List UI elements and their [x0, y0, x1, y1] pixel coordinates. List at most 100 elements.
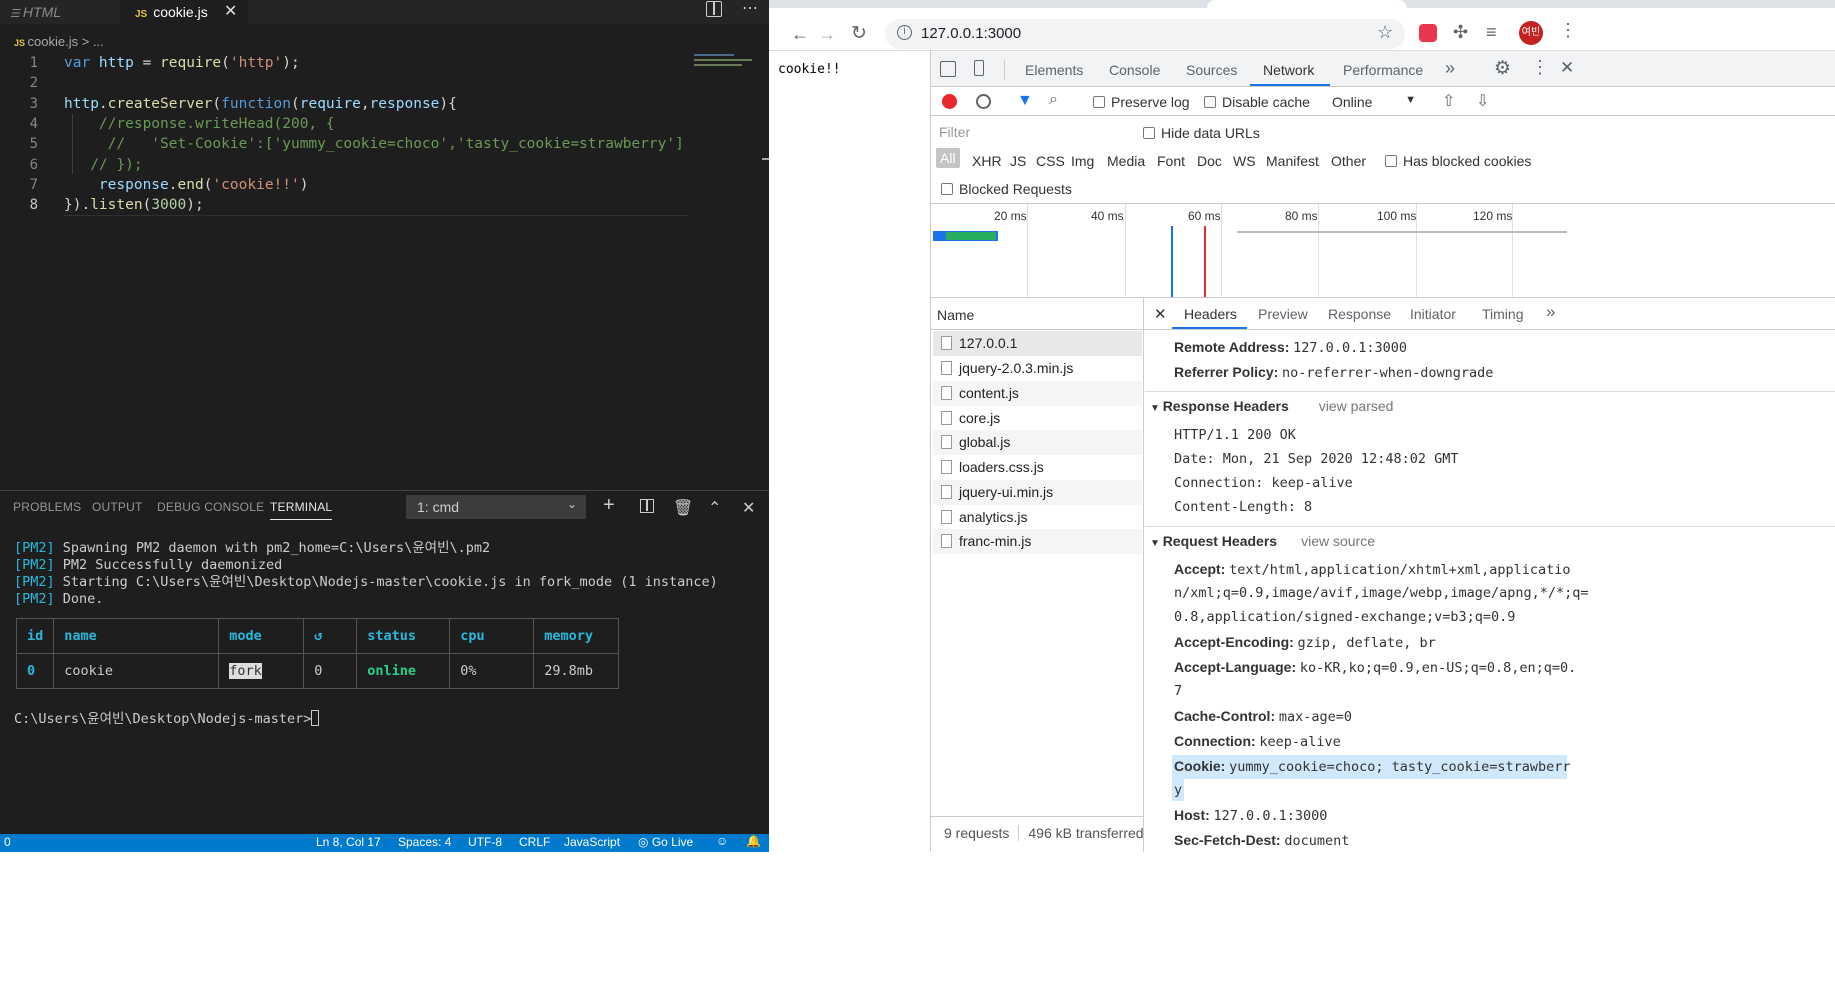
- trash-icon[interactable]: 🗑: [673, 498, 693, 518]
- code-line[interactable]: //response.writeHead(200, {: [64, 114, 335, 134]
- tab-preview[interactable]: Preview: [1258, 306, 1308, 322]
- filter-font[interactable]: Font: [1157, 153, 1185, 169]
- tab-console[interactable]: Console: [1109, 62, 1160, 78]
- inspect-element-icon[interactable]: [940, 61, 956, 77]
- tab-timing[interactable]: Timing: [1482, 306, 1524, 322]
- breadcrumb[interactable]: JS cookie.js > ...: [14, 34, 104, 49]
- tab-problems[interactable]: PROBLEMS: [13, 500, 81, 514]
- request-row[interactable]: 127.0.0.1: [933, 331, 1142, 356]
- terminal-prompt[interactable]: C:\Users\윤여빈\Desktop\Nodejs-master>: [14, 710, 320, 728]
- view-source-link[interactable]: view source: [1301, 533, 1375, 549]
- disable-cache-checkbox[interactable]: Disable cache: [1204, 94, 1310, 110]
- close-panel-icon[interactable]: ✕: [742, 498, 755, 518]
- language-mode[interactable]: JavaScript: [564, 835, 620, 849]
- feedback-icon[interactable]: ☺: [716, 834, 728, 848]
- split-terminal-icon[interactable]: [640, 499, 654, 513]
- more-tabs-icon[interactable]: »: [1546, 302, 1555, 322]
- preserve-log-checkbox[interactable]: Preserve log: [1093, 94, 1190, 110]
- code-line[interactable]: http.createServer(function(require,respo…: [64, 94, 457, 114]
- more-options-icon[interactable]: ⋮: [1531, 57, 1549, 78]
- star-icon[interactable]: ☆: [1377, 22, 1393, 43]
- close-icon[interactable]: ✕: [224, 0, 237, 24]
- cursor-position[interactable]: Ln 8, Col 17: [316, 835, 381, 849]
- tab-output[interactable]: OUTPUT: [92, 500, 143, 514]
- tab-network[interactable]: Network: [1263, 62, 1314, 78]
- name-column-header[interactable]: Name: [931, 298, 1143, 330]
- filter-img[interactable]: Img: [1071, 153, 1094, 169]
- clear-icon[interactable]: [976, 94, 991, 109]
- address-bar[interactable]: i 127.0.0.1:3000 ☆: [885, 19, 1405, 49]
- request-headers-section[interactable]: ▼ Request Headers view source: [1150, 533, 1375, 549]
- request-row[interactable]: jquery-2.0.3.min.js: [933, 356, 1142, 381]
- minimap[interactable]: [694, 52, 754, 70]
- extension-icon[interactable]: [1419, 24, 1437, 42]
- filter-manifest[interactable]: Manifest: [1266, 153, 1319, 169]
- request-row[interactable]: jquery-ui.min.js: [933, 480, 1142, 505]
- filter-icon[interactable]: ▼: [1017, 92, 1033, 110]
- filter-css[interactable]: CSS: [1036, 153, 1065, 169]
- tab-debug-console[interactable]: DEBUG CONSOLE: [157, 500, 264, 514]
- request-row[interactable]: global.js: [933, 430, 1142, 455]
- tab-cookie-js[interactable]: JS cookie.js ✕: [120, 0, 248, 24]
- tab-performance[interactable]: Performance: [1343, 62, 1423, 78]
- tab-elements[interactable]: Elements: [1025, 62, 1083, 78]
- close-devtools-icon[interactable]: ✕: [1560, 58, 1574, 78]
- code-line[interactable]: var http = require('http');: [64, 53, 300, 73]
- more-tabs-icon[interactable]: »: [1445, 58, 1455, 79]
- code-line[interactable]: // 'Set-Cookie':['yummy_cookie=choco','t…: [64, 134, 684, 154]
- tab-response[interactable]: Response: [1328, 306, 1391, 322]
- request-row[interactable]: content.js: [933, 381, 1142, 406]
- tab-initiator[interactable]: Initiator: [1410, 306, 1456, 322]
- split-editor-icon[interactable]: [706, 1, 722, 17]
- response-headers-section[interactable]: ▼ Response Headers view parsed: [1150, 398, 1393, 414]
- chevron-up-icon[interactable]: ⌃: [708, 498, 721, 518]
- filter-input[interactable]: Filter: [935, 121, 1127, 143]
- request-row[interactable]: franc-min.js: [933, 529, 1142, 554]
- go-live-button[interactable]: ◎ Go Live: [638, 835, 693, 849]
- filter-doc[interactable]: Doc: [1197, 153, 1222, 169]
- request-row[interactable]: core.js: [933, 406, 1142, 431]
- chrome-menu-icon[interactable]: ⋮: [1559, 20, 1577, 41]
- import-har-icon[interactable]: ⇧: [1442, 91, 1455, 111]
- active-browser-tab[interactable]: [1207, 0, 1407, 9]
- tab-sources[interactable]: Sources: [1186, 62, 1237, 78]
- code-line[interactable]: response.end('cookie!!'): [64, 175, 309, 195]
- reload-icon[interactable]: ↻: [851, 22, 867, 45]
- record-icon[interactable]: [942, 94, 957, 109]
- close-detail-icon[interactable]: ✕: [1154, 305, 1167, 323]
- terminal-select[interactable]: 1: cmd ⌄: [406, 495, 586, 519]
- tab-headers[interactable]: Headers: [1184, 306, 1237, 322]
- blocked-requests-checkbox[interactable]: Blocked Requests: [941, 181, 1072, 197]
- throttling-select[interactable]: Online ▼: [1332, 94, 1420, 110]
- code-line[interactable]: }).listen(3000);: [64, 195, 688, 217]
- gear-icon[interactable]: ⚙: [1494, 57, 1511, 80]
- code-line[interactable]: // });: [64, 155, 142, 175]
- hide-data-urls-checkbox[interactable]: Hide data URLs: [1143, 125, 1260, 141]
- more-actions-icon[interactable]: ⋯: [742, 0, 758, 18]
- filter-xhr[interactable]: XHR: [972, 153, 1002, 169]
- filter-js[interactable]: JS: [1010, 153, 1026, 169]
- back-icon[interactable]: ←: [791, 24, 809, 45]
- filter-media[interactable]: Media: [1107, 153, 1145, 169]
- filter-all[interactable]: All: [936, 148, 960, 168]
- request-row[interactable]: analytics.js: [933, 505, 1142, 530]
- new-terminal-icon[interactable]: +: [603, 494, 615, 517]
- tab-terminal[interactable]: TERMINAL: [270, 500, 333, 520]
- playlist-icon[interactable]: ≡: [1486, 22, 1497, 43]
- search-icon[interactable]: ⌕: [1049, 91, 1058, 109]
- export-har-icon[interactable]: ⇩: [1476, 91, 1489, 111]
- request-row[interactable]: loaders.css.js: [933, 455, 1142, 480]
- filter-other[interactable]: Other: [1331, 153, 1366, 169]
- filter-ws[interactable]: WS: [1233, 153, 1256, 169]
- puzzle-icon[interactable]: ✣: [1453, 22, 1468, 43]
- device-toolbar-icon[interactable]: [974, 60, 984, 76]
- info-icon[interactable]: i: [897, 25, 912, 40]
- has-blocked-cookies-checkbox[interactable]: Has blocked cookies: [1385, 153, 1531, 169]
- bell-icon[interactable]: 🔔: [746, 834, 761, 848]
- line-endings[interactable]: CRLF: [519, 835, 550, 849]
- forward-icon[interactable]: →: [818, 24, 836, 45]
- tab-html[interactable]: ☰ HTML: [0, 0, 120, 24]
- indentation[interactable]: Spaces: 4: [398, 835, 451, 849]
- view-parsed-link[interactable]: view parsed: [1319, 398, 1394, 414]
- encoding[interactable]: UTF-8: [468, 835, 502, 849]
